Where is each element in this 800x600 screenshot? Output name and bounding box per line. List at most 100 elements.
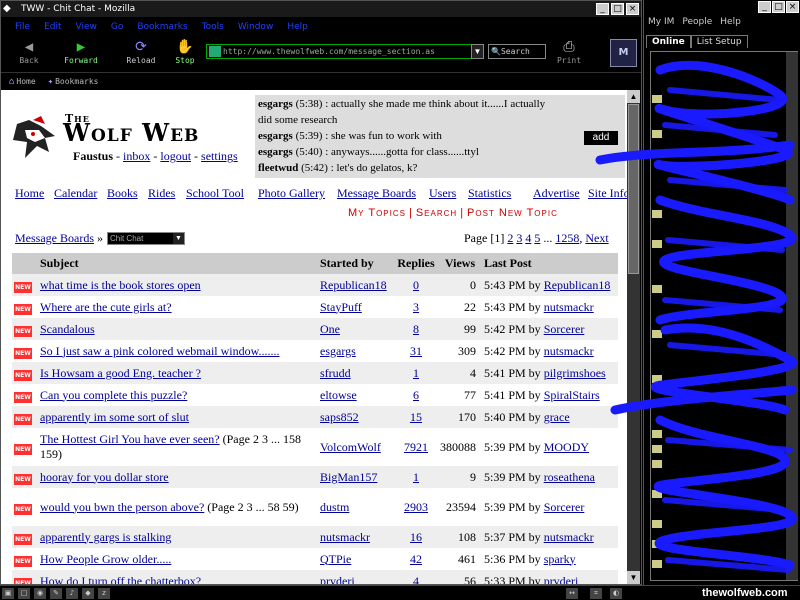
aim-menu-my-im[interactable]: My IM — [648, 17, 674, 27]
scroll-up-icon[interactable]: ▲ — [627, 90, 640, 103]
thread-subject-link[interactable]: what time is the book stores open — [40, 278, 201, 292]
thread-starter-link[interactable]: StayPuff — [320, 300, 362, 314]
page-link[interactable]: 3 — [516, 231, 522, 245]
replies-link[interactable]: 0 — [413, 278, 419, 292]
menu-view[interactable]: View — [76, 22, 97, 32]
thread-pages[interactable]: (Page 2 3 ... 58 59) — [207, 500, 298, 514]
replies-link[interactable]: 15 — [410, 410, 422, 424]
replies-link[interactable]: 2903 — [404, 500, 428, 514]
desktop-icon[interactable]: □ — [18, 588, 30, 599]
aim-minimize-button[interactable]: _ — [758, 1, 771, 13]
page-link[interactable]: 4 — [525, 231, 531, 245]
aim-maximize-button[interactable]: □ — [772, 1, 785, 13]
replies-link[interactable]: 3 — [413, 300, 419, 314]
menu-window[interactable]: Window — [238, 22, 274, 32]
replies-link[interactable]: 7921 — [404, 440, 428, 454]
replies-link[interactable]: 31 — [410, 344, 422, 358]
tray-icon[interactable]: ↔ — [566, 588, 578, 599]
last-post-user-link[interactable]: nutsmackr — [544, 530, 594, 544]
thread-starter-link[interactable]: dustm — [320, 500, 349, 514]
aim-menu-people[interactable]: People — [682, 17, 712, 27]
thread-starter-link[interactable]: BigMan157 — [320, 470, 377, 484]
thread-starter-link[interactable]: eltowse — [320, 388, 357, 402]
thread-starter-link[interactable]: esgargs — [320, 344, 356, 358]
thread-starter-link[interactable]: Republican18 — [320, 278, 387, 292]
thread-starter-link[interactable]: VolcomWolf — [320, 440, 381, 454]
browser-icon[interactable]: ◉ — [34, 588, 46, 599]
last-page-link[interactable]: 1258 — [555, 231, 579, 245]
inbox-link[interactable]: inbox — [123, 149, 150, 163]
nav-photo-gallery[interactable]: Photo Gallery — [258, 186, 325, 201]
nav-users[interactable]: Users — [429, 186, 456, 201]
post-new-topic-link[interactable]: Post New Topic — [467, 207, 558, 219]
replies-link[interactable]: 4 — [413, 574, 419, 585]
url-input[interactable] — [223, 47, 473, 56]
bookmarks-menu[interactable]: ✦ Bookmarks — [44, 77, 103, 87]
thread-subject-link[interactable]: How do I turn off the chatterbox? — [40, 574, 201, 585]
last-post-user-link[interactable]: Republican18 — [544, 278, 611, 292]
start-icon[interactable]: ▣ — [2, 588, 14, 599]
thread-starter-link[interactable]: saps852 — [320, 410, 359, 424]
thread-subject-link[interactable]: How People Grow older..... — [40, 552, 171, 566]
thread-subject-link[interactable]: apparently gargs is stalking — [40, 530, 171, 544]
board-select[interactable]: Chit Chat ▼ — [106, 232, 185, 245]
thread-subject-link[interactable]: Scandalous — [40, 322, 95, 336]
search-button[interactable]: 🔍Search — [488, 44, 546, 59]
last-post-user-link[interactable]: Sorcerer — [544, 322, 585, 336]
nav-school-tool[interactable]: School Tool — [186, 186, 244, 201]
menu-tools[interactable]: Tools — [202, 22, 224, 32]
app-icon[interactable]: z — [98, 588, 110, 599]
scroll-down-icon[interactable]: ▼ — [627, 571, 640, 584]
nav-rides[interactable]: Rides — [148, 186, 175, 201]
thread-subject-link[interactable]: apparently im some sort of slut — [40, 410, 189, 424]
thread-subject-link[interactable]: Can you complete this puzzle? — [40, 388, 187, 402]
buddy-list-scrollbar[interactable] — [786, 52, 798, 580]
page-scrollbar[interactable]: ▲ ▼ — [627, 90, 640, 584]
menu-help[interactable]: Help — [287, 22, 308, 32]
tray-icon[interactable]: ⌗ — [590, 588, 602, 599]
thread-subject-link[interactable]: So I just saw a pink colored webmail win… — [40, 344, 280, 358]
thread-subject-link[interactable]: hooray for you dollar store — [40, 470, 169, 484]
logout-link[interactable]: logout — [160, 149, 191, 163]
menu-bookmarks[interactable]: Bookmarks — [137, 22, 187, 32]
nav-books[interactable]: Books — [107, 186, 138, 201]
my-topics-link[interactable]: My Topics — [348, 207, 406, 219]
breadcrumb-message-boards[interactable]: Message Boards — [15, 231, 94, 246]
search-link[interactable]: Search — [416, 207, 457, 219]
nav-calendar[interactable]: Calendar — [54, 186, 97, 201]
last-post-user-link[interactable]: Sorcerer — [544, 500, 585, 514]
app-icon[interactable]: ♪ — [66, 588, 78, 599]
close-button[interactable]: × — [626, 3, 639, 15]
last-post-user-link[interactable]: prvderi — [544, 574, 579, 585]
tab-online[interactable]: Online — [646, 35, 691, 48]
last-post-user-link[interactable]: sparky — [544, 552, 576, 566]
last-post-user-link[interactable]: MOODY — [544, 440, 589, 454]
nav-message-boards[interactable]: Message Boards — [337, 186, 416, 201]
last-post-user-link[interactable]: nutsmackr — [544, 344, 594, 358]
last-post-user-link[interactable]: roseathena — [544, 470, 595, 484]
last-post-user-link[interactable]: grace — [544, 410, 570, 424]
thread-starter-link[interactable]: One — [320, 322, 340, 336]
stop-button[interactable]: ✋ Stop — [165, 38, 205, 65]
reload-button[interactable]: ⟳ Reload — [121, 38, 161, 65]
nav-site-info[interactable]: Site Info — [588, 186, 627, 201]
settings-link[interactable]: settings — [201, 149, 238, 163]
nav-home[interactable]: Home — [15, 186, 44, 201]
throbber-logo[interactable]: M — [610, 39, 637, 67]
app-icon[interactable]: ✎ — [50, 588, 62, 599]
scroll-thumb[interactable] — [628, 104, 639, 274]
replies-link[interactable]: 1 — [413, 366, 419, 380]
thread-starter-link[interactable]: nutsmackr — [320, 530, 370, 544]
app-icon[interactable]: ◆ — [82, 588, 94, 599]
print-button[interactable]: ⎙ Print — [549, 38, 589, 65]
thread-subject-link[interactable]: Where are the cute girls at? — [40, 300, 172, 314]
thread-subject-link[interactable]: would you bwn the person above? — [40, 500, 204, 514]
menu-file[interactable]: File — [15, 22, 30, 32]
page-link[interactable]: 5 — [534, 231, 540, 245]
nav-statistics[interactable]: Statistics — [468, 186, 511, 201]
replies-link[interactable]: 1 — [413, 470, 419, 484]
minimize-button[interactable]: _ — [596, 3, 609, 15]
menu-edit[interactable]: Edit — [44, 22, 61, 32]
home-bookmark[interactable]: ⌂ Home — [5, 77, 40, 87]
page-link[interactable]: 2 — [507, 231, 513, 245]
